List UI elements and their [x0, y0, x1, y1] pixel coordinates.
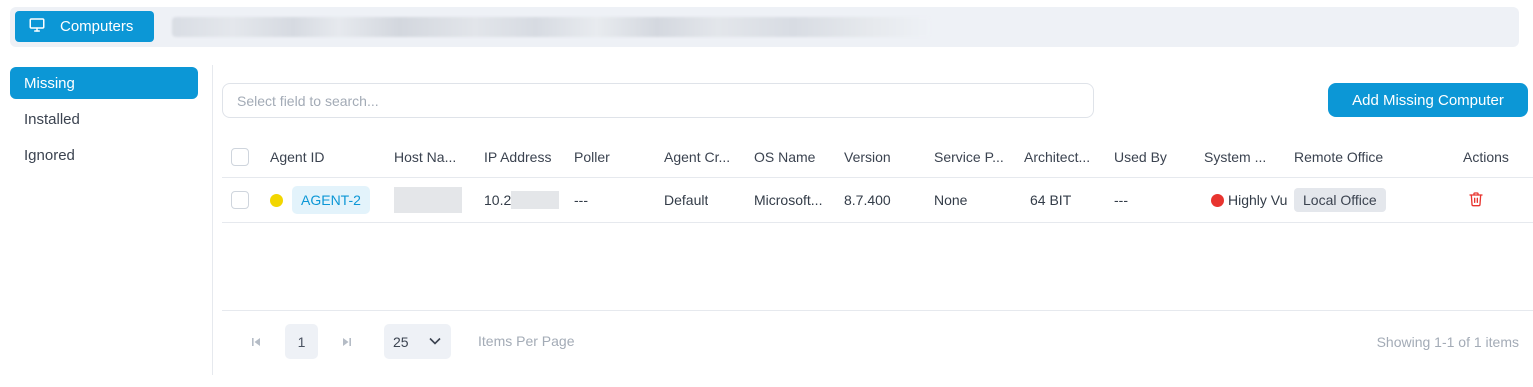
computers-table: Agent ID Host Na... IP Address Poller Ag… — [222, 136, 1533, 223]
nav-item-ignored[interactable]: Ignored — [10, 139, 198, 171]
architecture-value: 64 BIT — [1030, 192, 1072, 208]
column-header-agent-id[interactable]: Agent ID — [270, 136, 324, 177]
first-page-icon[interactable] — [249, 335, 263, 349]
table-row: AGENT-2 10.2 --- Default Microsoft... 8.… — [222, 178, 1533, 223]
last-page-icon[interactable] — [340, 335, 354, 349]
host-name-redacted — [394, 187, 462, 213]
os-name-value: Microsoft... — [754, 192, 823, 208]
nav-item-installed[interactable]: Installed — [10, 103, 198, 135]
column-header-os-name[interactable]: OS Name — [754, 136, 815, 177]
column-header-version[interactable]: Version — [844, 136, 891, 177]
items-per-page-select[interactable]: 25 — [384, 324, 451, 359]
add-missing-computer-button[interactable]: Add Missing Computer — [1328, 83, 1528, 117]
top-bar: Computers — [10, 7, 1519, 47]
blurred-breadcrumb — [172, 17, 930, 37]
agent-status-dot — [270, 193, 283, 207]
items-per-page-label: Items Per Page — [478, 333, 575, 349]
agent-created-value: Default — [664, 192, 709, 208]
nav-item-label: Ignored — [24, 146, 75, 164]
column-header-service-pack[interactable]: Service P... — [934, 136, 1018, 177]
column-header-poller[interactable]: Poller — [574, 136, 610, 177]
search-input[interactable] — [222, 83, 1094, 118]
ip-address-redacted — [511, 191, 560, 209]
remote-office-badge: Local Office — [1294, 188, 1386, 212]
system-status-dot — [1211, 193, 1224, 207]
computers-tab[interactable]: Computers — [15, 11, 154, 42]
computers-tab-label: Computers — [60, 18, 134, 35]
column-header-ip-address[interactable]: IP Address — [484, 136, 551, 177]
column-header-used-by[interactable]: Used By — [1114, 136, 1167, 177]
agent-id-link[interactable]: AGENT-2 — [292, 186, 370, 214]
column-header-remote-office[interactable]: Remote Office — [1294, 136, 1383, 177]
column-header-actions: Actions — [1463, 148, 1509, 165]
nav-item-label: Missing — [24, 74, 75, 92]
column-header-agent-created[interactable]: Agent Cr... — [664, 136, 748, 177]
row-checkbox[interactable] — [231, 191, 249, 209]
page-number-button[interactable]: 1 — [285, 324, 318, 359]
version-value: 8.7.400 — [844, 192, 891, 208]
ip-address: 10.2 — [484, 192, 512, 208]
monitor-icon — [28, 16, 46, 38]
select-all-checkbox[interactable] — [231, 147, 249, 166]
used-by-value: --- — [1114, 192, 1128, 208]
left-nav: Missing Installed Ignored — [10, 67, 198, 175]
system-status-value: Highly Vu — [1228, 192, 1288, 208]
service-pack-value: None — [934, 192, 968, 208]
nav-divider — [212, 65, 213, 375]
poller-value: --- — [574, 192, 588, 208]
showing-count: Showing 1-1 of 1 items — [1376, 334, 1519, 350]
nav-item-label: Installed — [24, 110, 80, 128]
column-header-architecture[interactable]: Architect... — [1024, 136, 1108, 177]
table-header: Agent ID Host Na... IP Address Poller Ag… — [222, 136, 1533, 178]
column-header-system-status[interactable]: System ... — [1204, 136, 1284, 177]
items-per-page-value: 25 — [393, 333, 409, 350]
footer-divider — [222, 310, 1533, 311]
column-header-host-name[interactable]: Host Na... — [394, 136, 474, 177]
nav-item-missing[interactable]: Missing — [10, 67, 198, 99]
trash-icon[interactable] — [1468, 191, 1484, 210]
